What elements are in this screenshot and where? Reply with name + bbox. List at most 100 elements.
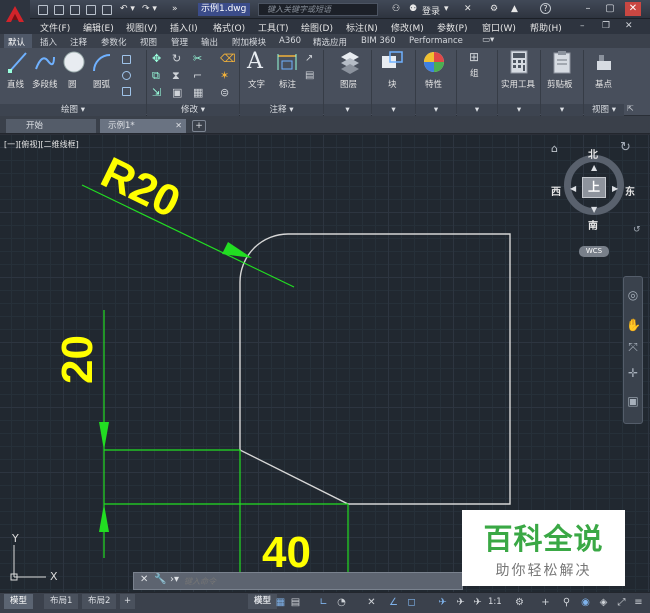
calculator-icon[interactable]: [509, 50, 529, 74]
clean-screen-icon[interactable]: ⤢: [616, 597, 627, 608]
exchange-icon[interactable]: ⚙: [490, 4, 498, 14]
login-dropdown-icon[interactable]: ▾: [444, 4, 449, 14]
line-tool-label[interactable]: 直线: [7, 78, 24, 90]
move-tool-icon[interactable]: ✥: [152, 52, 161, 65]
hatch-tool-icon[interactable]: [122, 87, 131, 96]
tab-parametric[interactable]: 参数化: [101, 36, 127, 48]
part-outline[interactable]: [239, 233, 511, 505]
circle-tool-label[interactable]: 圆: [68, 78, 77, 90]
properties-panel-title[interactable]: ▾: [416, 104, 456, 116]
block-label[interactable]: 块: [388, 78, 397, 90]
tab-a360[interactable]: A360: [279, 36, 301, 46]
binoculars-icon[interactable]: ⚇: [392, 4, 400, 14]
base-label[interactable]: 基点: [595, 78, 612, 90]
connect-icon[interactable]: ▲: [511, 4, 518, 14]
block-icon[interactable]: [380, 50, 404, 74]
viewcube-arrow-left-icon[interactable]: ◀: [570, 184, 576, 193]
home-icon[interactable]: ⌂: [551, 142, 558, 155]
clipboard-panel-title[interactable]: ▾: [541, 104, 583, 116]
block-panel-title[interactable]: ▾: [372, 104, 415, 116]
redo-icon[interactable]: ↷ ▾: [142, 4, 157, 14]
auto-scale-icon[interactable]: ✈: [455, 597, 466, 608]
menu-format[interactable]: 格式(O): [213, 21, 245, 34]
cmd-customize-icon[interactable]: 🔧: [154, 574, 166, 585]
polyline-tool-label[interactable]: 多段线: [32, 78, 58, 90]
help-button[interactable]: ?: [540, 3, 551, 14]
mdi-close-icon[interactable]: ✕: [625, 21, 633, 31]
group-label[interactable]: 组: [470, 67, 479, 79]
save-icon[interactable]: [70, 5, 80, 15]
isolate-objects-icon[interactable]: ◉: [580, 597, 591, 608]
ellipse-tool-icon[interactable]: [122, 71, 131, 80]
horizontal-dimension-text[interactable]: 40: [262, 528, 311, 577]
menu-edit[interactable]: 编辑(E): [83, 21, 114, 34]
customize-status-icon[interactable]: ≡: [633, 597, 644, 608]
view-panel-title[interactable]: 视图 ▾: [584, 104, 624, 116]
rotate-tool-icon[interactable]: ↻: [172, 52, 181, 65]
viewcube-arrow-down-icon[interactable]: ▼: [591, 205, 597, 214]
object-snap-icon[interactable]: ◻: [406, 597, 417, 608]
menu-file[interactable]: 文件(F): [40, 21, 70, 34]
menu-modify[interactable]: 修改(M): [391, 21, 424, 34]
ribbon-toggle-icon[interactable]: ▭▾: [482, 35, 494, 45]
trim-tool-icon[interactable]: ✂: [193, 52, 202, 65]
user-icon[interactable]: ⚉: [409, 4, 417, 14]
open-file-icon[interactable]: [54, 5, 64, 15]
file-tab-close-icon[interactable]: ✕: [175, 119, 182, 133]
zoom-extents-icon[interactable]: ⤧: [626, 340, 640, 354]
dimension-tool-icon[interactable]: [276, 52, 298, 72]
viewcube-top-face[interactable]: 上: [582, 177, 606, 198]
text-tool-icon[interactable]: A: [247, 49, 263, 74]
menu-help[interactable]: 帮助(H): [530, 21, 562, 34]
array-tool-icon[interactable]: ▦: [193, 86, 203, 99]
annotation-scale-value[interactable]: 1:1: [488, 597, 502, 607]
snap-mode-icon[interactable]: ▤: [290, 597, 301, 608]
tab-annotate[interactable]: 注释: [70, 36, 87, 48]
cmd-recent-icon[interactable]: ›▾: [170, 574, 179, 585]
vertical-dimension-text[interactable]: 20: [53, 335, 102, 384]
draw-panel-title[interactable]: 绘图 ▾: [0, 104, 146, 116]
file-tab-start[interactable]: 开始: [6, 119, 96, 133]
tab-insert[interactable]: 插入: [40, 36, 57, 48]
plot-icon[interactable]: [102, 5, 112, 15]
hardware-acceleration-icon[interactable]: ◈: [598, 597, 609, 608]
mirror-tool-icon[interactable]: ⧗: [172, 69, 180, 83]
tab-featured-apps[interactable]: 精选应用: [313, 36, 347, 48]
clipboard-label[interactable]: 剪贴板: [547, 78, 573, 90]
undo-icon[interactable]: ↶ ▾: [120, 4, 135, 14]
layers-icon[interactable]: [339, 50, 361, 74]
application-menu-button[interactable]: [0, 0, 30, 35]
arc-tool-label[interactable]: 圆弧: [93, 78, 110, 90]
annotation-monitor-icon[interactable]: +: [540, 597, 551, 608]
mdi-restore-icon[interactable]: ❐: [602, 21, 610, 31]
radius-dimension-text[interactable]: R20: [94, 148, 188, 227]
isodraft-icon[interactable]: ✕: [366, 597, 377, 608]
tab-bim360[interactable]: BIM 360: [361, 36, 396, 46]
file-tab-active[interactable]: 示例1* ✕: [100, 119, 186, 133]
mdi-minimize-icon[interactable]: –: [580, 21, 585, 31]
tab-output[interactable]: 输出: [201, 36, 218, 48]
menu-window[interactable]: 窗口(W): [482, 21, 516, 34]
units-icon[interactable]: ⚲: [561, 597, 572, 608]
viewcube-arrow-up-icon[interactable]: ▲: [591, 163, 597, 172]
properties-label[interactable]: 特性: [425, 78, 442, 90]
menu-parametric[interactable]: 参数(P): [437, 21, 467, 34]
erase-tool-icon[interactable]: ⌫: [220, 52, 236, 65]
tab-manage[interactable]: 管理: [171, 36, 188, 48]
fillet-tool-icon[interactable]: ⌐: [193, 69, 202, 82]
scale-tool-icon[interactable]: ▣: [172, 86, 182, 99]
command-input[interactable]: [184, 575, 444, 587]
menu-dimension[interactable]: 标注(N): [346, 21, 378, 34]
layout-tab-model[interactable]: 模型: [4, 594, 34, 609]
add-layout-button[interactable]: +: [120, 594, 136, 609]
layers-panel-title[interactable]: ▾: [324, 104, 371, 116]
compass-south[interactable]: 南: [588, 217, 598, 232]
group-icon[interactable]: ⊞: [469, 50, 479, 64]
line-tool-icon[interactable]: [8, 51, 28, 73]
viewcube-rotate-ccw-icon[interactable]: ↺: [633, 225, 641, 235]
polyline-tool-icon[interactable]: [34, 51, 56, 73]
utilities-panel-title[interactable]: ▾: [498, 104, 540, 116]
tab-performance[interactable]: Performance: [409, 36, 463, 46]
menu-view[interactable]: 视图(V): [126, 21, 157, 34]
group-panel-title[interactable]: ▾: [457, 104, 497, 116]
